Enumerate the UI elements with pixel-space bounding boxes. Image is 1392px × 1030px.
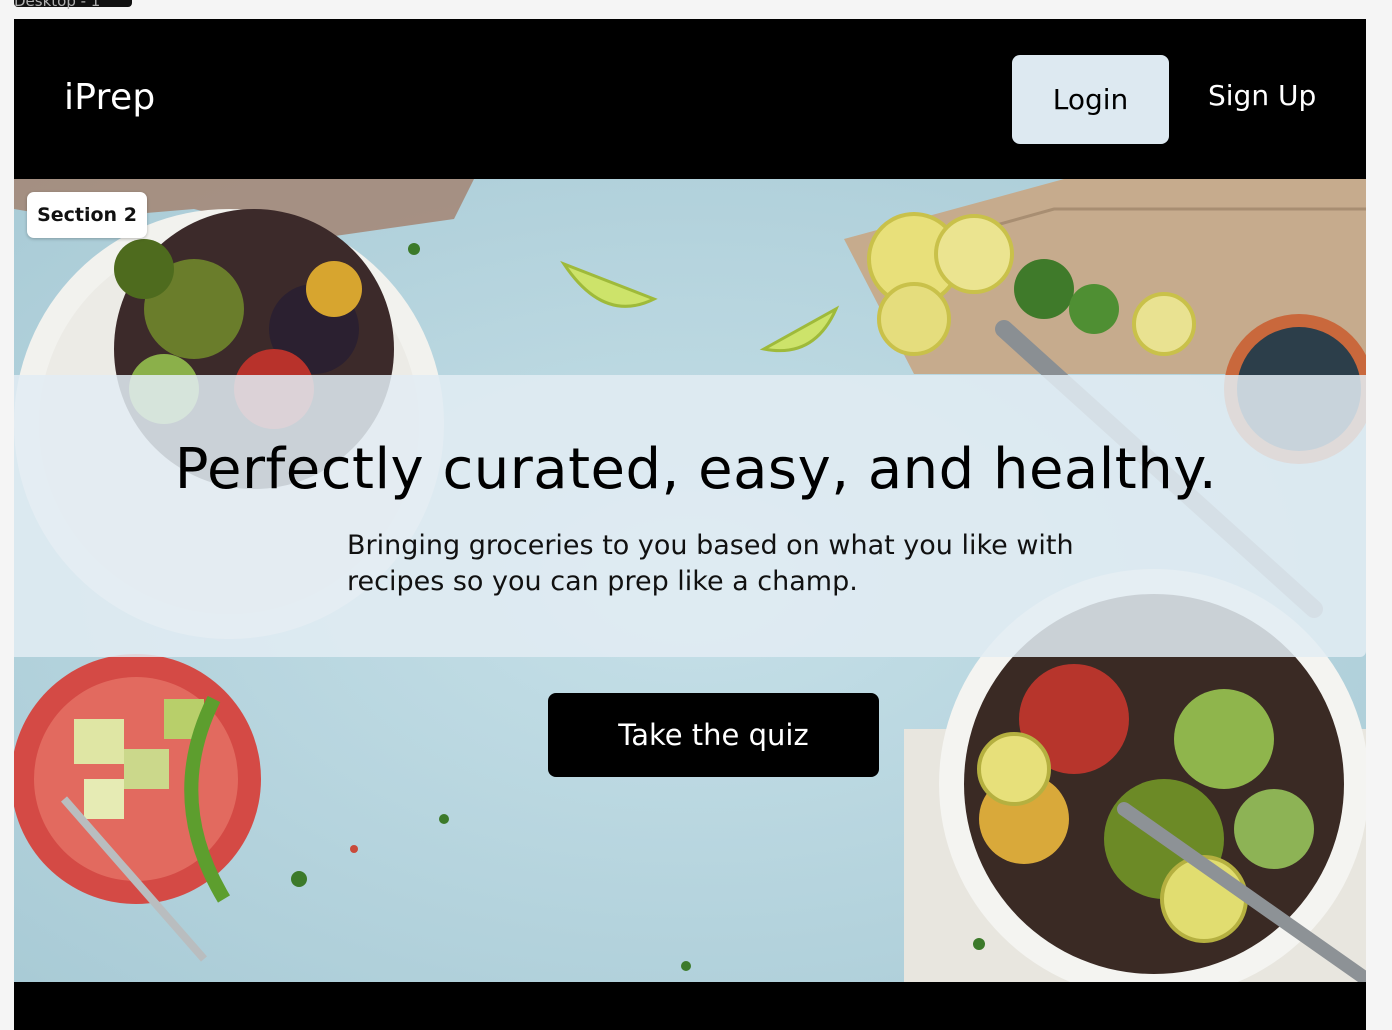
logo[interactable]: iPrep bbox=[64, 77, 156, 118]
login-button[interactable]: Login bbox=[1012, 55, 1169, 144]
take-quiz-button[interactable]: Take the quiz bbox=[548, 693, 879, 777]
hero-subline: Bringing groceries to you based on what … bbox=[347, 530, 1074, 597]
page-canvas: iPrep Login Sign Up Section 2 Perfectly … bbox=[14, 19, 1366, 1030]
frame-label: Desktop - 1 bbox=[14, 0, 101, 10]
hero-text-overlay: Perfectly curated, easy, and healthy. Br… bbox=[14, 375, 1366, 657]
section-badge: Section 2 bbox=[27, 192, 147, 238]
hero-headline: Perfectly curated, easy, and healthy. bbox=[174, 437, 1218, 502]
footer-bar bbox=[14, 982, 1366, 1030]
signup-link[interactable]: Sign Up bbox=[1208, 79, 1316, 112]
hero-section: Section 2 Perfectly curated, easy, and h… bbox=[14, 179, 1366, 982]
navbar: iPrep Login Sign Up bbox=[14, 19, 1366, 179]
